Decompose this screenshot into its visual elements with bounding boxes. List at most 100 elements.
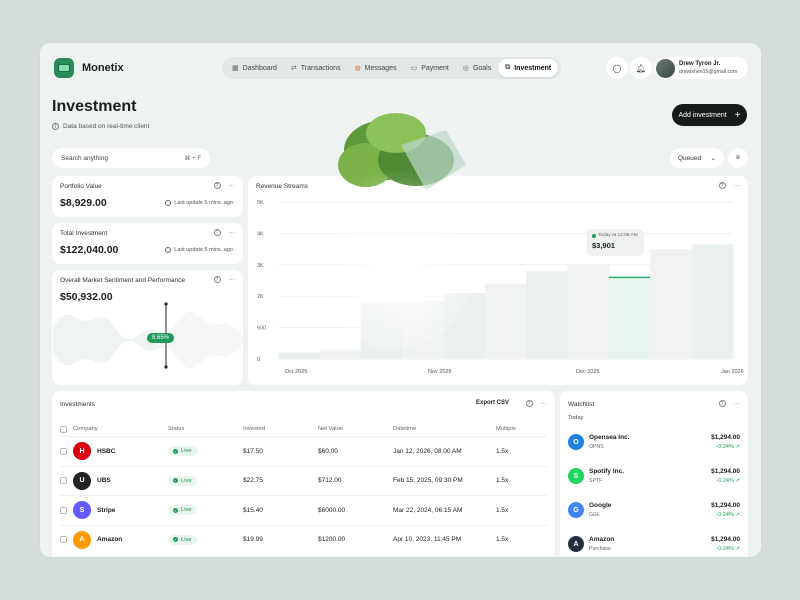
y-tick-label: 0 [257, 357, 260, 363]
app-name: Monetix [82, 62, 124, 74]
last-update: Last update 5 mins. ago [165, 247, 233, 253]
revenue-bar[interactable] [319, 349, 362, 359]
check-icon: ✓ [173, 478, 178, 483]
table-row[interactable]: H HSBC ✓ Live $17.50 $60.00 Jan 12, 2026,… [60, 436, 547, 465]
revenue-bar[interactable] [526, 271, 569, 359]
card-title: Total Investment [60, 230, 108, 237]
net-value-cell: $60.00 [318, 447, 338, 455]
x-tick-label: Jan 2026 [721, 369, 744, 375]
nav-payment[interactable]: ▭ Payment [404, 59, 456, 77]
total-investment-value: $122,040.00 [60, 244, 119, 256]
google-logo-icon: G [568, 502, 584, 518]
watchlist-item[interactable]: O Opensea Inc. OPNS $1,294.00 -0.24% ↗ [568, 427, 740, 457]
datetime-cell: Mar 22, 2024, 06:15 AM [393, 506, 463, 514]
nav-messages[interactable]: ◍ Messages [348, 59, 404, 77]
export-csv-button[interactable]: Export CSV [476, 400, 509, 406]
nav-investment[interactable]: ⧉ Investment [498, 59, 559, 77]
total-investment-card: Total Investment ? ··· $122,040.00 Last u… [52, 223, 243, 264]
net-value-cell: $1200.00 [318, 536, 346, 543]
notification-button[interactable]: 🔔︎ [630, 57, 652, 79]
opensea-logo-icon: O [568, 434, 584, 450]
datetime-cell: Apr 10, 2023, 11:45 PM [393, 536, 462, 543]
add-investment-button[interactable]: Add investment + [672, 104, 747, 126]
search-input[interactable]: Search anything ⌘ + F [52, 148, 210, 168]
datetime-cell: Feb 15, 2025, 09:30 PM [393, 477, 463, 484]
watchlist-item[interactable]: S Spotify Inc. SPTF $1,294.00 -0.24% ↗ [568, 461, 740, 491]
check-icon: ✓ [173, 507, 178, 513]
row-checkbox[interactable] [60, 506, 67, 514]
more-icon[interactable]: ··· [541, 400, 548, 407]
marker-dot [164, 365, 168, 369]
chart-icon: ⧉ [505, 64, 511, 71]
datetime-cell: Jan 12, 2026, 08.00 AM [393, 447, 462, 455]
more-icon[interactable]: ··· [734, 400, 741, 407]
portfolio-value-card: Portfolio Value ? ··· $8,929.00 Last upda… [52, 176, 243, 217]
revenue-bar[interactable] [567, 264, 610, 359]
x-tick-label: Nov 2025 [428, 369, 452, 375]
filter-button[interactable]: ⩸ [728, 148, 748, 168]
y-tick-label: 500 [257, 326, 266, 332]
x-tick-label: Dec 2025 [576, 369, 600, 375]
row-checkbox[interactable] [60, 447, 67, 455]
sentiment-wave [53, 302, 243, 369]
select-all-checkbox[interactable] [60, 425, 67, 433]
multiple-cell: 1.5x [496, 506, 509, 514]
check-icon: ✓ [173, 448, 178, 454]
revenue-bar[interactable] [443, 293, 486, 359]
brand[interactable]: Monetix [54, 58, 124, 78]
watchlist-item[interactable]: A Amazon Purchase $1,294.00 -0.24% ↗ [568, 529, 740, 557]
invested-cell: $15.40 [243, 506, 263, 514]
card-title: Watchlist [568, 401, 595, 408]
page-title: Investment [52, 98, 137, 115]
revenue-bar[interactable] [691, 244, 734, 359]
ubs-logo-icon: U [73, 471, 91, 490]
help-icon[interactable]: ? [718, 400, 726, 407]
row-checkbox[interactable] [60, 536, 67, 543]
avatar [656, 58, 675, 78]
nav-transactions[interactable]: ⇄ Transactions [284, 59, 348, 77]
more-icon[interactable]: ··· [229, 182, 236, 189]
y-tick-label: 3K [257, 263, 264, 269]
last-update: Last update 5 mins. ago [165, 200, 233, 206]
revenue-streams-card: Revenue Streams ? ··· 5K 4K 3K 2K 500 0 Oct 202… [248, 176, 748, 385]
multiple-cell: 1.5x [496, 477, 509, 484]
spotify-logo-icon: S [568, 468, 584, 484]
help-icon[interactable]: ? [213, 229, 221, 236]
table-row[interactable]: S Stripe ✓ Live $15.40 $6000.00 Mar 22, 2… [60, 495, 547, 524]
sentiment-badge: 8.65% [147, 333, 175, 343]
table-row[interactable]: A Amazon ✓ Live $19.99 $1200.00 Apr 10, 2… [60, 524, 547, 554]
nav-goals[interactable]: ◎ Goals [456, 59, 498, 77]
multiple-cell: 1.5x [496, 447, 509, 455]
revenue-chart: 5K 4K 3K 2K 500 0 Oct 2025 Nov 2025 Dec 2025 Jan … [257, 200, 744, 375]
more-icon[interactable]: ··· [229, 229, 236, 236]
invested-cell: $22.75 [243, 477, 263, 484]
revenue-bar[interactable] [402, 300, 444, 359]
card-title: Portfolio Value [60, 183, 102, 190]
user-menu[interactable]: Drew Tyron Jr. drewishen15@gmail.com [654, 57, 748, 79]
watchlist-item[interactable]: G Google GGL $1,294.00 -0.24% ↗ [568, 495, 740, 525]
amazon-logo-icon: A [568, 536, 584, 552]
revenue-bar[interactable] [278, 352, 320, 359]
info-icon: i [52, 123, 59, 130]
revenue-bar[interactable] [360, 302, 403, 359]
nav-dashboard[interactable]: ▦ Dashboard [225, 59, 284, 77]
help-icon[interactable]: ? [213, 182, 221, 189]
revenue-bar[interactable] [484, 283, 527, 359]
help-icon[interactable]: ? [525, 400, 533, 407]
market-sentiment-card: Overall Market Sentiment and Performance… [52, 270, 243, 385]
revenue-bar[interactable] [608, 277, 651, 359]
target-icon: ◎ [462, 65, 469, 72]
status-dropdown[interactable]: Queued ⌄ [670, 148, 724, 168]
invested-cell: $19.99 [243, 536, 263, 543]
row-checkbox[interactable] [60, 477, 67, 484]
status-badge: ✓ Live [168, 534, 197, 545]
net-value-cell: $712.00 [318, 477, 342, 484]
revenue-bar[interactable] [650, 249, 693, 359]
dot-icon [592, 233, 596, 238]
page-subtitle: i Data based on real-time client [52, 123, 149, 130]
main-nav: ▦ Dashboard ⇄ Transactions ◍ Messages ▭ Paym… [222, 57, 562, 79]
card-icon: ▭ [410, 65, 418, 72]
table-row[interactable]: U UBS ✓ Live $22.75 $712.00 Feb 15, 2025,… [60, 465, 547, 495]
circle-icon: ◯ [612, 63, 622, 73]
search-circle-button[interactable]: ◯ [606, 57, 628, 79]
